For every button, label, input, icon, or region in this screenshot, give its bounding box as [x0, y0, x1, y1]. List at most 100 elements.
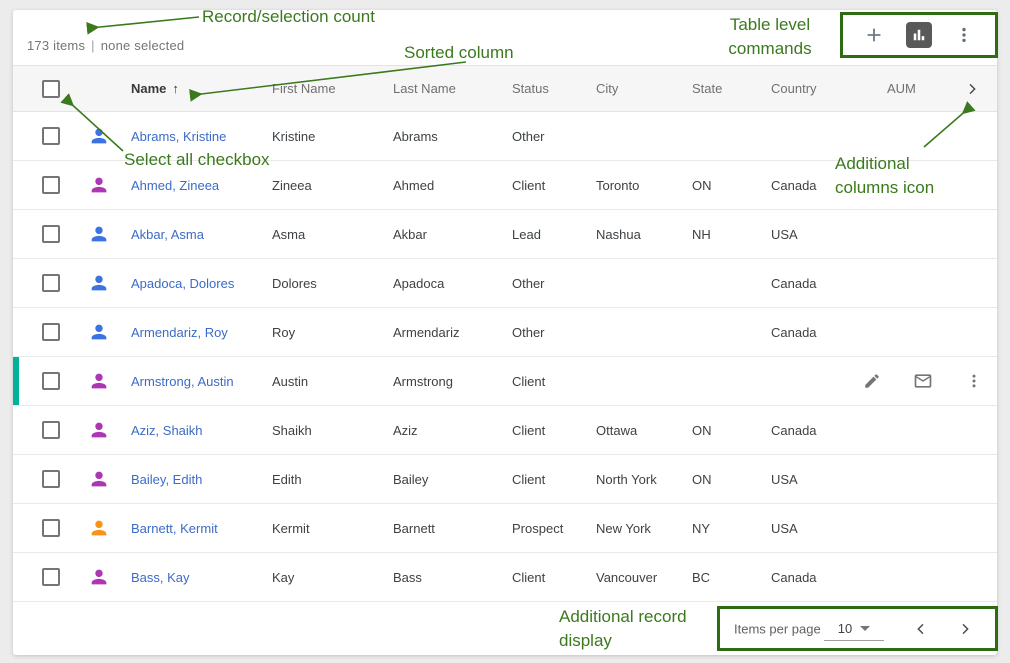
column-header-status[interactable]: Status: [512, 81, 596, 96]
row-checkbox[interactable]: [42, 274, 60, 292]
cell-last-name: Aziz: [393, 423, 512, 438]
page-size-select[interactable]: 10: [824, 616, 884, 641]
cell-country: USA: [771, 472, 871, 487]
cell-last-name: Barnett: [393, 521, 512, 536]
pagination-controls: Items per page 10: [717, 606, 998, 651]
add-record-button[interactable]: [860, 21, 888, 49]
cell-last-name: Armendariz: [393, 325, 512, 340]
annotation-record-count: Record/selection count: [202, 5, 375, 29]
cell-country: Canada: [771, 423, 871, 438]
cell-status: Other: [512, 276, 596, 291]
row-more-menu-button[interactable]: [964, 371, 984, 391]
cell-city: Ottawa: [596, 423, 692, 438]
column-header-last-name[interactable]: Last Name: [393, 81, 512, 96]
items-per-page-label: Items per page: [734, 621, 821, 636]
column-header-city[interactable]: City: [596, 81, 692, 96]
contact-name-link[interactable]: Bass, Kay: [131, 570, 190, 585]
cell-status: Client: [512, 178, 596, 193]
contact-list-card: 173 items|none selected Name ↑ First Nam…: [13, 10, 997, 655]
record-count-text: 173 items: [27, 38, 85, 53]
selection-count-text: none selected: [101, 38, 185, 53]
row-checkbox[interactable]: [42, 372, 60, 390]
person-icon: [88, 517, 110, 539]
column-header-country[interactable]: Country: [771, 81, 871, 96]
select-all-checkbox[interactable]: [42, 80, 60, 98]
table-more-menu-button[interactable]: [950, 21, 978, 49]
contact-name-link[interactable]: Barnett, Kermit: [131, 521, 218, 536]
table-row: Akbar, Asma Asma Akbar Lead Nashua NH US…: [13, 210, 997, 259]
cell-country: Canada: [771, 276, 871, 291]
person-icon: [88, 125, 110, 147]
table-row: Armstrong, Austin Austin Armstrong Clien…: [13, 357, 997, 406]
cell-city: New York: [596, 521, 692, 536]
row-checkbox[interactable]: [42, 127, 60, 145]
cell-state: NH: [692, 227, 771, 242]
previous-page-button[interactable]: [906, 609, 936, 648]
cell-country: Canada: [771, 570, 871, 585]
cell-status: Prospect: [512, 521, 596, 536]
additional-columns-chevron-icon[interactable]: [964, 81, 980, 97]
row-checkbox[interactable]: [42, 568, 60, 586]
cell-status: Client: [512, 374, 596, 389]
contact-name-link[interactable]: Bailey, Edith: [131, 472, 202, 487]
person-icon: [88, 321, 110, 343]
chart-view-button[interactable]: [905, 21, 933, 49]
cell-status: Client: [512, 423, 596, 438]
cell-last-name: Bailey: [393, 472, 512, 487]
table-header-row: Name ↑ First Name Last Name Status City …: [13, 65, 997, 112]
cell-first-name: Asma: [272, 227, 393, 242]
person-icon: [88, 174, 110, 196]
row-checkbox[interactable]: [42, 225, 60, 243]
person-icon: [88, 223, 110, 245]
cell-status: Other: [512, 325, 596, 340]
contact-name-link[interactable]: Apadoca, Dolores: [131, 276, 234, 291]
bar-chart-icon: [906, 22, 932, 48]
column-header-name-label: Name: [131, 81, 166, 96]
table-commands-toolbar: [840, 12, 998, 58]
column-header-name[interactable]: Name ↑: [131, 81, 272, 96]
column-header-state[interactable]: State: [692, 81, 771, 96]
cell-last-name: Ahmed: [393, 178, 512, 193]
column-header-aum[interactable]: AUM: [871, 81, 947, 96]
annotation-table-commands: Table level commands: [711, 13, 829, 61]
person-icon: [88, 370, 110, 392]
contact-name-link[interactable]: Armstrong, Austin: [131, 374, 234, 389]
page: { "summary": { "count": "173 items", "se…: [0, 0, 1010, 663]
table-footer: Items per page 10: [13, 602, 997, 655]
cell-city: Nashua: [596, 227, 692, 242]
cell-country: Canada: [771, 325, 871, 340]
cell-state: ON: [692, 472, 771, 487]
contact-name-link[interactable]: Armendariz, Roy: [131, 325, 228, 340]
row-checkbox[interactable]: [42, 470, 60, 488]
edit-button[interactable]: [862, 371, 882, 391]
contact-name-link[interactable]: Abrams, Kristine: [131, 129, 226, 144]
cell-last-name: Akbar: [393, 227, 512, 242]
cell-state: ON: [692, 423, 771, 438]
next-page-button[interactable]: [950, 609, 980, 648]
chevron-left-icon: [913, 621, 929, 637]
contact-name-link[interactable]: Ahmed, Zineea: [131, 178, 219, 193]
table-row: Apadoca, Dolores Dolores Apadoca Other C…: [13, 259, 997, 308]
cell-status: Client: [512, 472, 596, 487]
annotation-select-all: Select all checkbox: [124, 148, 270, 172]
cell-first-name: Zineea: [272, 178, 393, 193]
cell-status: Other: [512, 129, 596, 144]
sort-ascending-icon: ↑: [172, 81, 179, 96]
cell-first-name: Kermit: [272, 521, 393, 536]
cell-state: ON: [692, 178, 771, 193]
row-checkbox[interactable]: [42, 176, 60, 194]
cell-last-name: Abrams: [393, 129, 512, 144]
column-header-first-name[interactable]: First Name: [272, 81, 393, 96]
cell-first-name: Austin: [272, 374, 393, 389]
row-checkbox[interactable]: [42, 519, 60, 537]
row-checkbox[interactable]: [42, 323, 60, 341]
cell-first-name: Roy: [272, 325, 393, 340]
contact-name-link[interactable]: Akbar, Asma: [131, 227, 204, 242]
row-checkbox[interactable]: [42, 421, 60, 439]
table-row: Armendariz, Roy Roy Armendariz Other Can…: [13, 308, 997, 357]
cell-country: USA: [771, 227, 871, 242]
person-icon: [88, 468, 110, 490]
dropdown-caret-icon: [860, 626, 870, 631]
contact-name-link[interactable]: Aziz, Shaikh: [131, 423, 203, 438]
email-button[interactable]: [913, 371, 933, 391]
